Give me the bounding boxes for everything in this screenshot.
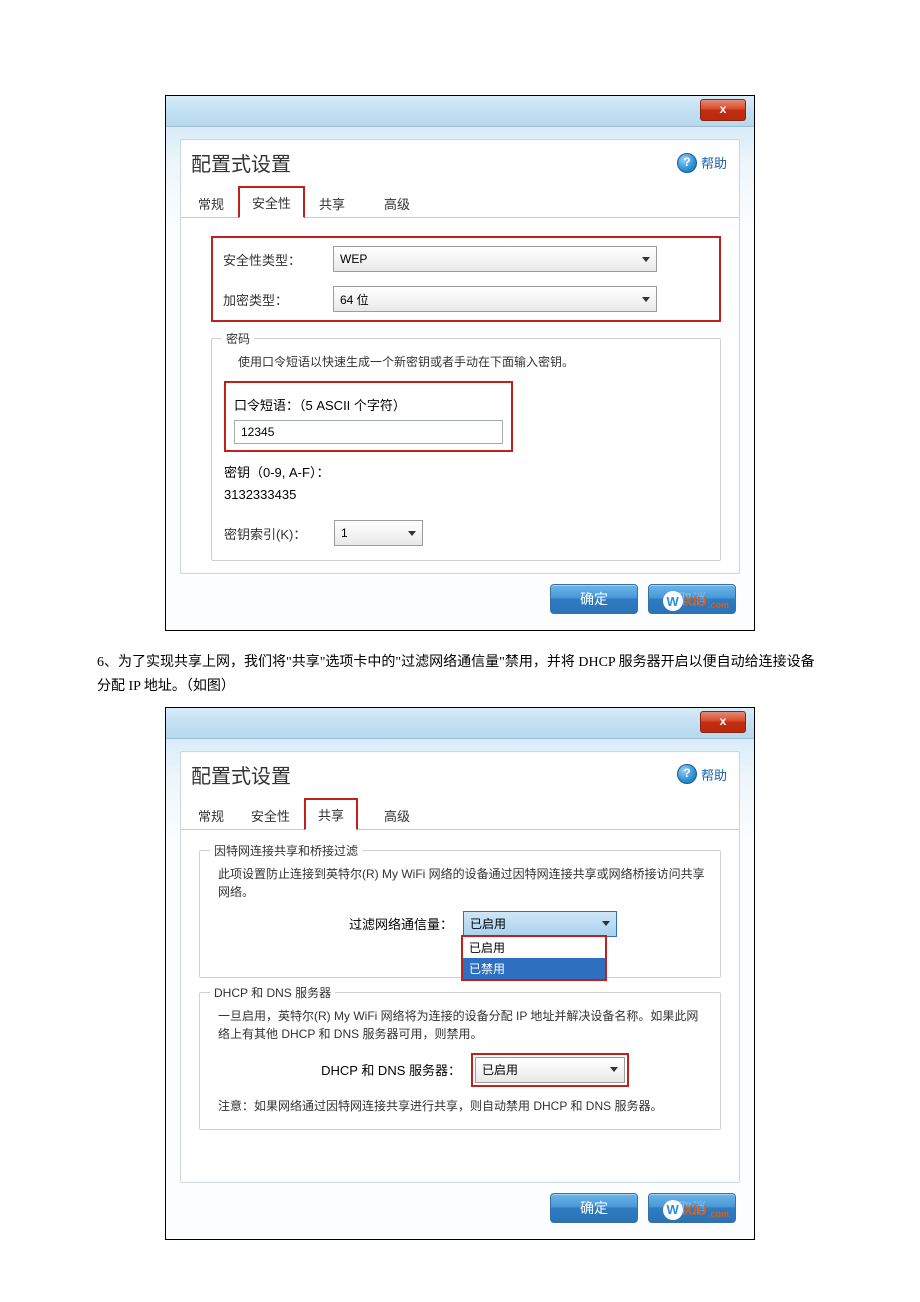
- tab-security[interactable]: 安全性: [238, 800, 303, 830]
- filter-option-enabled[interactable]: 已启用: [463, 937, 605, 958]
- encrypt-type-select[interactable]: 64 位: [333, 286, 657, 312]
- filter-select[interactable]: 已启用: [463, 911, 617, 937]
- dialog-security: x 配置式设置 ? 帮助 常规 安全性 共享 高级: [165, 95, 755, 631]
- key-index-select[interactable]: 1: [334, 520, 423, 546]
- key-index-value: 1: [341, 526, 348, 540]
- help-label: 帮助: [701, 765, 727, 784]
- passphrase-label: 口令短语：（5 ASCII 个字符）: [234, 395, 503, 414]
- help-icon: ?: [677, 764, 697, 784]
- tabs: 常规 安全性 共享 高级: [181, 797, 739, 830]
- step-6-text: 6、为了实现共享上网，我们将"共享"选项卡中的"过滤网络通信量"禁用，并将 DH…: [97, 651, 823, 699]
- dhcp-note: 注意：如果网络通过因特网连接共享进行共享，则自动禁用 DHCP 和 DNS 服务…: [218, 1097, 708, 1115]
- tab-security[interactable]: 安全性: [238, 186, 305, 218]
- tab-general[interactable]: 常规: [185, 188, 237, 218]
- tab-sharing[interactable]: 共享: [306, 188, 358, 218]
- cancel-button[interactable]: 取消 WXIU.com: [648, 584, 736, 614]
- filter-value: 已启用: [470, 915, 506, 932]
- filter-desc: 此项设置防止连接到英特尔(R) My WiFi 网络的设备通过因特网连接共享或网…: [218, 865, 708, 901]
- dhcp-desc: 一旦启用，英特尔(R) My WiFi 网络将为连接的设备分配 IP 地址并解决…: [218, 1007, 708, 1043]
- tab-general[interactable]: 常规: [185, 800, 237, 830]
- cancel-label: 取消: [678, 589, 706, 609]
- dhcp-group: DHCP 和 DNS 服务器 一旦启用，英特尔(R) My WiFi 网络将为连…: [199, 992, 721, 1130]
- ok-button[interactable]: 确定: [550, 1193, 638, 1223]
- password-group: 密码 使用口令短语以快速生成一个新密钥或者手动在下面输入密钥。 口令短语：（5 …: [211, 338, 721, 561]
- password-desc: 使用口令短语以快速生成一个新密钥或者手动在下面输入密钥。: [238, 353, 708, 371]
- titlebar: x: [166, 708, 754, 739]
- help-link[interactable]: ? 帮助: [677, 764, 727, 784]
- key-label: 密钥（0-9, A-F）：: [224, 462, 708, 481]
- filter-group: 因特网连接共享和桥接过滤 此项设置防止连接到英特尔(R) My WiFi 网络的…: [199, 850, 721, 978]
- security-type-label: 安全性类型：: [223, 250, 333, 269]
- password-legend: 密码: [222, 330, 254, 347]
- filter-legend: 因特网连接共享和桥接过滤: [210, 842, 362, 859]
- dhcp-label: DHCP 和 DNS 服务器：: [291, 1060, 471, 1079]
- close-button[interactable]: x: [700, 99, 746, 121]
- titlebar: x: [166, 96, 754, 127]
- encrypt-type-label: 加密类型：: [223, 290, 333, 309]
- filter-label: 过滤网络通信量：: [303, 914, 463, 933]
- tab-sharing[interactable]: 共享: [304, 798, 358, 830]
- chevron-down-icon: [602, 921, 610, 926]
- passphrase-input[interactable]: [234, 420, 503, 444]
- security-type-value: WEP: [340, 252, 367, 266]
- dialog-sharing: x 配置式设置 ? 帮助 常规 安全性 共享 高级: [165, 707, 755, 1240]
- dialog-title: 配置式设置: [191, 760, 291, 789]
- chevron-down-icon: [642, 257, 650, 262]
- filter-dropdown: 已启用 已禁用: [463, 937, 605, 979]
- help-link[interactable]: ? 帮助: [677, 153, 727, 173]
- tab-advanced[interactable]: 高级: [371, 800, 423, 830]
- dhcp-legend: DHCP 和 DNS 服务器: [210, 984, 335, 1001]
- close-button[interactable]: x: [700, 711, 746, 733]
- tab-advanced[interactable]: 高级: [371, 188, 423, 218]
- ok-button[interactable]: 确定: [550, 584, 638, 614]
- chevron-down-icon: [642, 297, 650, 302]
- help-icon: ?: [677, 153, 697, 173]
- dialog-title: 配置式设置: [191, 148, 291, 177]
- encrypt-type-value: 64 位: [340, 291, 369, 308]
- security-type-select[interactable]: WEP: [333, 246, 657, 272]
- dhcp-value: 已启用: [482, 1061, 518, 1078]
- dhcp-select[interactable]: 已启用: [475, 1057, 625, 1083]
- help-label: 帮助: [701, 153, 727, 172]
- filter-option-disabled[interactable]: 已禁用: [463, 958, 605, 979]
- tabs: 常规 安全性 共享 高级: [181, 185, 739, 218]
- cancel-button[interactable]: 取消 WXIU.com: [648, 1193, 736, 1223]
- chevron-down-icon: [610, 1067, 618, 1072]
- key-index-label: 密钥索引(K)：: [224, 524, 334, 543]
- cancel-label: 取消: [678, 1198, 706, 1218]
- key-value: 3132333435: [224, 487, 708, 502]
- chevron-down-icon: [408, 531, 416, 536]
